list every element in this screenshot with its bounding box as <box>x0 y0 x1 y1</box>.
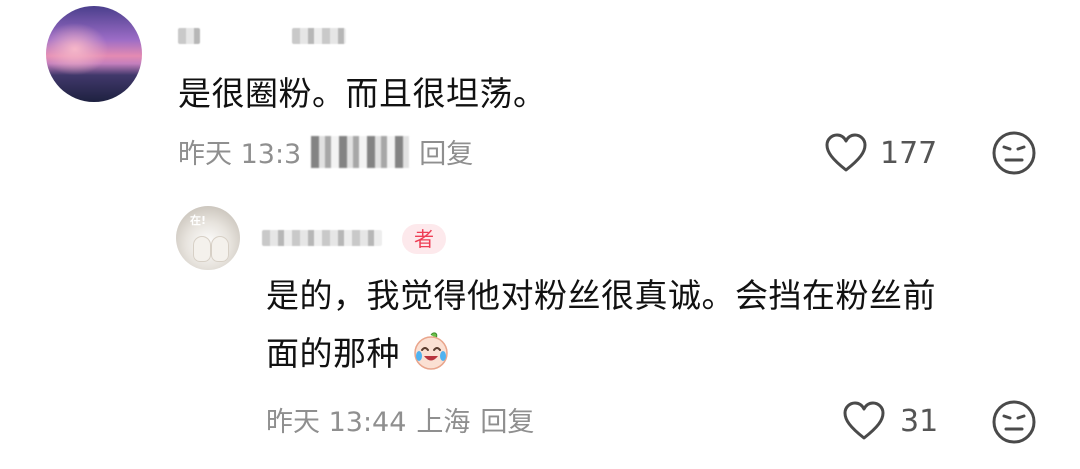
avatar-foot-right <box>211 236 229 262</box>
comment-location-pixelated <box>311 135 410 168</box>
reply-author-name-blurred[interactable] <box>262 230 382 246</box>
comment-meta: 昨天 13:3 回复 <box>178 132 483 171</box>
commenter-avatar[interactable] <box>46 6 142 102</box>
avatar-decoration: 在! <box>190 214 207 227</box>
comment-reply-button[interactable]: 回复 <box>419 132 473 171</box>
comment-time: 昨天 13:3 <box>178 139 302 170</box>
reply-like-count: 31 <box>900 403 939 439</box>
crying-laughing-emoji <box>414 332 448 370</box>
reply-like-button[interactable]: 31 <box>842 401 938 441</box>
heart-outline-icon <box>843 401 885 440</box>
reply-text-line-2-wrap: 面的那种 <box>266 330 451 378</box>
reply-location: 上海 <box>416 407 471 438</box>
reply-text-line-1: 是的，我觉得他对粉丝很真诚。会挡在粉丝前 <box>266 276 936 315</box>
reply-author-avatar[interactable]: 在! <box>176 206 240 270</box>
avatar-foot-left <box>193 236 211 262</box>
reply-reply-button[interactable]: 回复 <box>480 400 534 439</box>
reply-time: 昨天 13:44 <box>266 407 407 438</box>
comment-like-count: 177 <box>880 135 938 171</box>
comment-dislike-button[interactable] <box>991 130 1037 176</box>
reply-text-line-2: 面的那种 <box>266 334 400 373</box>
commenter-name-blurred-2 <box>292 28 346 44</box>
heart-outline-icon <box>825 133 867 172</box>
comment-like-button[interactable]: 177 <box>824 133 937 173</box>
neutral-face-icon <box>992 131 1036 175</box>
reply-meta: 昨天 13:44 上海 回复 <box>266 400 544 439</box>
neutral-face-icon <box>992 400 1036 444</box>
commenter-name-blurred[interactable] <box>178 28 200 44</box>
author-badge: 者 <box>402 224 446 254</box>
author-badge-label: 者 <box>414 227 434 251</box>
comment-text: 是很圈粉。而且很坦荡。 <box>178 74 547 113</box>
reply-dislike-button[interactable] <box>991 399 1037 445</box>
